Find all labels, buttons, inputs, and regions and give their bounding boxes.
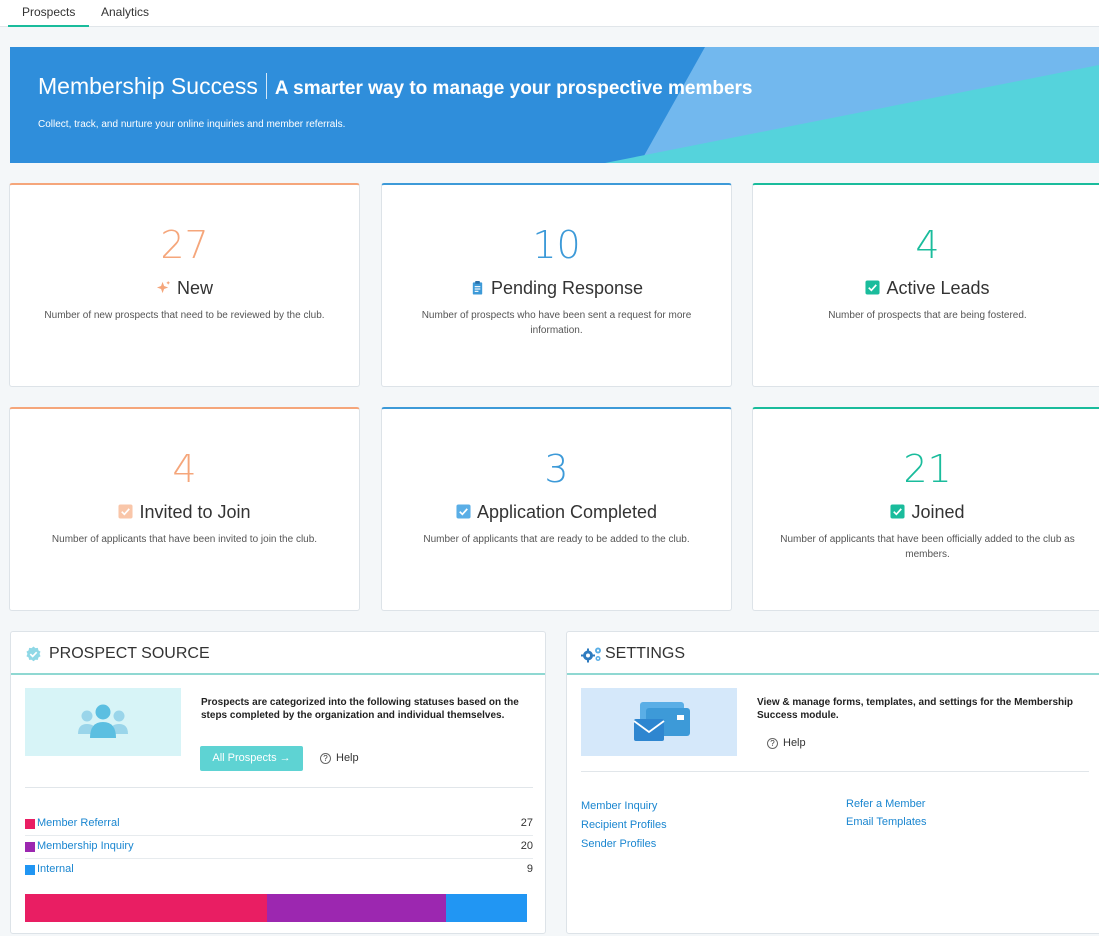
stat-value: 4 (915, 223, 940, 267)
source-name-link[interactable]: Member Referral (37, 817, 120, 829)
tab-prospects[interactable]: Prospects (8, 0, 90, 27)
hero-banner: Membership Success A smarter way to manag… (10, 47, 1099, 163)
source-bar-segment (446, 894, 527, 922)
source-row-member-referral: Member Referral 27 (25, 813, 533, 836)
settings-description: View & manage forms, templates, and sett… (757, 697, 1074, 721)
link-recipient-profiles[interactable]: Recipient Profiles (581, 819, 667, 831)
source-row-membership-inquiry: Membership Inquiry 20 (25, 836, 533, 859)
clipboard-icon (472, 280, 483, 295)
banner-subtitle: Collect, track, and nurture your online … (38, 119, 346, 130)
help-icon: ? (767, 738, 778, 749)
link-member-inquiry[interactable]: Member Inquiry (581, 800, 657, 812)
gears-icon (581, 647, 601, 663)
stat-card-new[interactable]: 27 New Number of new prospects that need… (9, 183, 360, 387)
source-name-link[interactable]: Internal (37, 863, 74, 875)
source-bar-segment (25, 894, 268, 922)
stat-value: 10 (532, 223, 581, 267)
verified-badge-icon (26, 646, 41, 662)
checkbox-icon (865, 280, 880, 295)
help-label: Help (783, 737, 806, 749)
stat-description: Number of applicants that are ready to b… (423, 534, 690, 545)
help-label: Help (336, 752, 359, 764)
stat-value: 27 (160, 223, 209, 267)
stat-card-pending-response[interactable]: 10 Pending Response Number of prospects … (381, 183, 732, 387)
source-row-internal: Internal 9 (25, 859, 533, 882)
source-bar-segment (267, 894, 447, 922)
stat-card-active-leads[interactable]: 4 Active Leads Number of prospects that … (752, 183, 1099, 387)
tab-bar: Prospects Analytics (0, 0, 1099, 27)
sparkle-icon (156, 280, 171, 294)
banner-background (10, 47, 1099, 163)
stat-label: Active Leads (886, 278, 990, 298)
prospect-source-panel: PROSPECT SOURCE Prospects are categorize… (10, 631, 546, 934)
tab-analytics[interactable]: Analytics (87, 0, 163, 27)
envelope-cards-icon (633, 702, 690, 741)
prospect-source-illustration (25, 688, 181, 756)
prospect-source-title: PROSPECT SOURCE (49, 645, 210, 662)
stat-label: New (176, 278, 213, 298)
stat-label-row: Pending Response (382, 276, 731, 300)
stat-value: 3 (544, 447, 569, 491)
divider (581, 771, 1089, 772)
settings-panel: SETTINGS View & manage forms, templates,… (566, 631, 1099, 934)
divider (25, 787, 533, 788)
checkbox-icon (890, 504, 905, 519)
stat-description: Number of prospects who have been sent a… (421, 310, 692, 336)
stat-label: Invited to Join (139, 502, 251, 522)
stat-value: 21 (903, 447, 952, 491)
stat-label-row: Invited to Join (10, 500, 359, 524)
link-sender-profiles[interactable]: Sender Profiles (581, 838, 656, 850)
users-group-icon (78, 704, 128, 738)
settings-illustration (581, 688, 737, 756)
legend-swatch (25, 865, 35, 875)
help-icon: ? (320, 753, 331, 764)
stat-card-joined[interactable]: 21 Joined Number of applicants that have… (752, 407, 1099, 611)
stat-label-row: Application Completed (382, 500, 731, 524)
stat-description: Number of applicants that have been offi… (780, 534, 1075, 560)
source-count: 20 (520, 840, 533, 852)
settings-title: SETTINGS (605, 645, 686, 662)
prospect-source-description: Prospects are categorized into the follo… (201, 697, 519, 721)
stat-label-row: Active Leads (753, 276, 1099, 300)
stat-value: 4 (172, 447, 197, 491)
stat-label-row: Joined (753, 500, 1099, 524)
source-count: 27 (520, 817, 533, 829)
stat-label: Joined (911, 502, 965, 522)
legend-swatch (25, 842, 35, 852)
stat-label-row: New (10, 276, 359, 300)
stat-card-invited-to-join[interactable]: 4 Invited to Join Number of applicants t… (9, 407, 360, 611)
prospect-source-help[interactable]: ? Help (320, 752, 359, 764)
source-name-link[interactable]: Membership Inquiry (37, 840, 134, 852)
banner-title: Membership Success A smarter way to manag… (38, 73, 753, 100)
prospect-source-header: PROSPECT SOURCE (11, 632, 545, 675)
settings-help[interactable]: ? Help (767, 737, 806, 749)
stat-card-application-completed[interactable]: 3 Application Completed Number of applic… (381, 407, 732, 611)
banner-title-main: Membership Success (38, 73, 258, 99)
banner-title-separator (265, 73, 267, 99)
all-prospects-button[interactable]: All Prospects → (200, 746, 303, 771)
link-refer-a-member[interactable]: Refer a Member (846, 798, 925, 810)
legend-swatch (25, 819, 35, 829)
stat-description: Number of new prospects that need to be … (44, 310, 325, 321)
source-count: 9 (526, 863, 533, 875)
checkbox-icon (118, 504, 133, 519)
link-email-templates[interactable]: Email Templates (846, 816, 927, 828)
stat-description: Number of applicants that have been invi… (51, 534, 318, 545)
stat-label: Pending Response (490, 278, 644, 298)
stat-label: Application Completed (476, 502, 658, 522)
checkbox-icon (456, 504, 471, 519)
banner-tagline: A smarter way to manage your prospective… (274, 78, 753, 99)
stat-description: Number of prospects that are being foste… (828, 310, 1027, 321)
settings-header: SETTINGS (567, 632, 1099, 675)
